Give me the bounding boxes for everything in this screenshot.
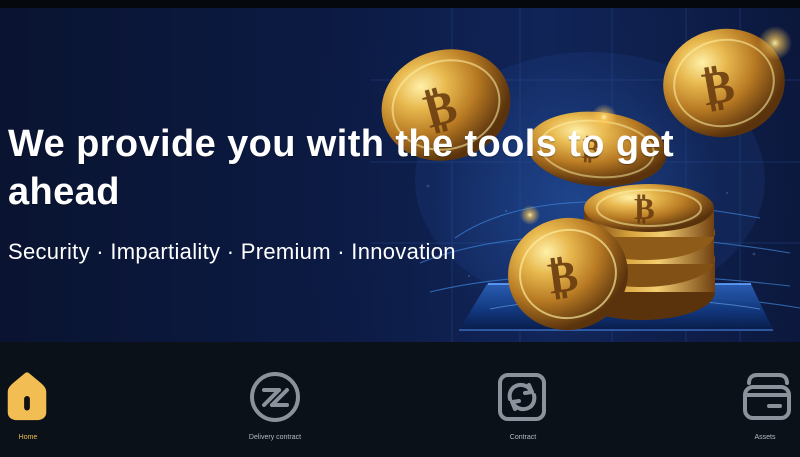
bottom-nav-delivery-contract[interactable]: Delivery contract (235, 342, 315, 457)
bottom-navigation-bar: Home Delivery contract Contract Assets (0, 342, 800, 457)
bottom-nav-delivery-contract-label: Delivery contract (248, 434, 302, 441)
bottom-nav-assets[interactable]: Assets (730, 342, 800, 457)
contract-refresh-icon (498, 373, 546, 421)
hero-title: We provide you with the tools to get ahe… (8, 123, 675, 213)
bottom-nav-contract[interactable]: Contract (488, 342, 558, 457)
mobile-home-screen: ₿ ₿ ₿ ₿ ₿ We provide you with the tools … (0, 0, 800, 457)
top-status-strip (0, 0, 800, 8)
delivery-contract-icon (250, 372, 300, 422)
bottom-nav-contract-label: Contract (509, 434, 537, 441)
hero-banner: ₿ ₿ ₿ ₿ ₿ We provide you with the tools … (0, 8, 800, 342)
bottom-nav-assets-label: Assets (754, 434, 776, 441)
bottom-nav-home[interactable]: Home (0, 342, 56, 457)
home-icon (7, 372, 47, 421)
wallet-icon (743, 373, 791, 420)
hero-subtitle: Security · Impartiality · Premium · Inno… (8, 239, 456, 264)
bottom-nav-home-label: Home (18, 434, 38, 441)
